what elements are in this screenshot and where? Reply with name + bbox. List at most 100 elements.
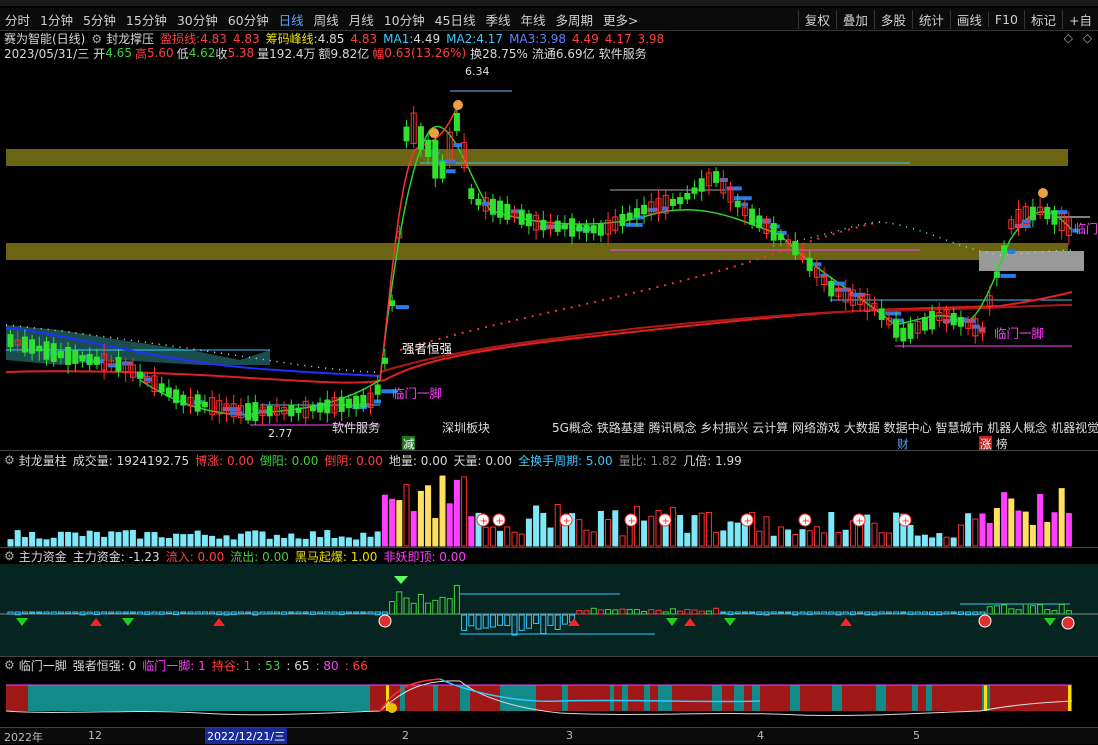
stats-button[interactable]: 统计 [911,9,950,29]
period-tab-30min[interactable]: 30分钟 [172,10,223,29]
chip-bar [626,222,643,227]
overlay-button[interactable]: 叠加 [835,9,874,29]
period-tab-60min[interactable]: 60分钟 [223,10,274,29]
mark-button[interactable]: 标记 [1024,9,1062,29]
volume-chart[interactable]: + + + + + + + + + [0,468,1098,548]
volume-bar [561,524,568,547]
volume-bar [1029,524,1036,547]
volume-bar [1008,498,1015,547]
volume-bar [295,538,302,547]
period-tab-week[interactable]: 周线 [309,10,344,29]
vol-panel-title[interactable]: 封龙量柱 [19,452,67,469]
gear-icon[interactable]: ⚙ [4,658,15,672]
period-tab-month[interactable]: 月线 [344,10,379,29]
volume-bar [237,533,244,547]
ind2-value: 4.85 [317,31,345,46]
period-tab-1min[interactable]: 1分钟 [35,10,78,29]
svg-text:+: + [628,516,636,527]
door-red-block [614,685,622,711]
door-annotation-3: 临门一脚 [1074,221,1098,236]
main-header-line2: 2023/05/31/三 开 4.65 高 5.60 低 4.62 收 5.38 量 19… [4,46,1098,61]
rank-badge-1[interactable]: 涨 [980,437,992,451]
gear-icon[interactable]: ⚙ [4,549,15,563]
extra-value-1: 4.49 [572,31,599,46]
f10-button[interactable]: F10 [987,11,1024,27]
volume-bar [864,514,871,547]
volume-bar [641,520,648,547]
period-tab-fenshi[interactable]: 分时 [0,10,35,29]
volume-bar [576,519,583,547]
door-indicator-chart[interactable] [0,673,1098,727]
crosshair-date-label: 2022/12/21/三 [205,728,288,744]
volume-bar [525,518,532,547]
svg-text:+: + [856,516,864,527]
volume-bar [50,537,57,547]
volume-bar [108,531,115,547]
volume-bar [79,535,86,547]
volume-bar [367,536,374,547]
volume-bar [281,537,288,547]
time-label: 12 [88,729,102,742]
fund-panel-title[interactable]: 主力资金 [19,548,67,565]
door-item: : 53 [257,658,281,673]
ma3-label: MA3: [509,31,540,46]
diamond-icon[interactable]: ◇ [1064,31,1073,45]
volume-bar [669,507,676,547]
period-tab-5min[interactable]: 5分钟 [78,10,121,29]
volume-bar [201,534,208,547]
fund-flow-chart[interactable] [0,564,1098,656]
period-tab-quarter[interactable]: 季线 [481,10,516,29]
ball-marker-icon [1061,616,1075,630]
door-red-block [1040,685,1070,711]
door-panel-title[interactable]: 临门一脚 [19,657,67,674]
volume-bar [482,526,489,547]
volume-bar [705,511,712,547]
multi-stock-button[interactable]: 多股 [873,9,912,29]
door-red-block [722,685,734,711]
period-tab-45day[interactable]: 45日线 [430,10,481,29]
door-red-block [744,685,752,711]
volume-bar [57,531,64,547]
fund-item: 流入: 0.00 [165,549,225,564]
volume-bar [1015,510,1022,547]
amt-label: 额 [318,46,331,61]
ma3-value: 3.98 [539,31,567,46]
smile-icon [387,703,397,713]
draw-line-button[interactable]: 画线 [949,9,988,29]
collapse-icon[interactable]: ◇ [1083,31,1092,45]
door-annotation-1: 临门一脚 [392,386,442,401]
period-tab-more[interactable]: 更多> [598,10,643,29]
float-shares: 流通6.69亿 [531,46,595,61]
turnover: 换28.75% [470,46,528,61]
period-tab-10min[interactable]: 10分钟 [379,10,430,29]
volume-bar [101,536,108,547]
door-item: : 65 [286,658,310,673]
period-tab-year[interactable]: 年线 [516,10,551,29]
gear-icon[interactable]: ⚙ [4,453,15,467]
volume-bar [986,522,993,547]
volume-bar [252,530,259,547]
rank-badge-2[interactable]: 榜 [996,437,1008,451]
concept-tags[interactable]: 5G概念 铁路基建 腾讯概念 乡村振兴 云计算 网络游戏 大数据 数据中心 智慧… [552,420,1098,435]
period-tab-15min[interactable]: 15分钟 [121,10,172,29]
vol-item: 量比: 1.82 [618,453,678,468]
volume-bar [468,516,475,547]
gear-icon[interactable]: ⚙ [91,32,102,46]
volume-bar [648,515,655,547]
door-red-block [672,685,712,711]
volume-bar [137,538,144,547]
fuquan-button[interactable]: 复权 [797,9,836,29]
main-kline-chart[interactable]: 6.34 2.77 强者恒强 临门一脚 临门一脚 临门一脚 软件服务 深圳板块 … [0,60,1098,452]
add-self-button[interactable]: +自 [1062,9,1098,29]
top-marker-icon [453,100,463,110]
period-tab-day[interactable]: 日线 [274,10,309,29]
door-red-block [800,685,832,711]
volume-bar [144,532,151,547]
finance-badge[interactable]: 财 [897,437,909,451]
volume-bar [612,510,619,547]
period-tab-multi[interactable]: 多周期 [551,10,599,29]
volume-bar [799,529,806,547]
volume-bar [374,531,381,547]
volume-bar [115,532,122,547]
reduce-badge[interactable]: 减 [403,437,415,451]
